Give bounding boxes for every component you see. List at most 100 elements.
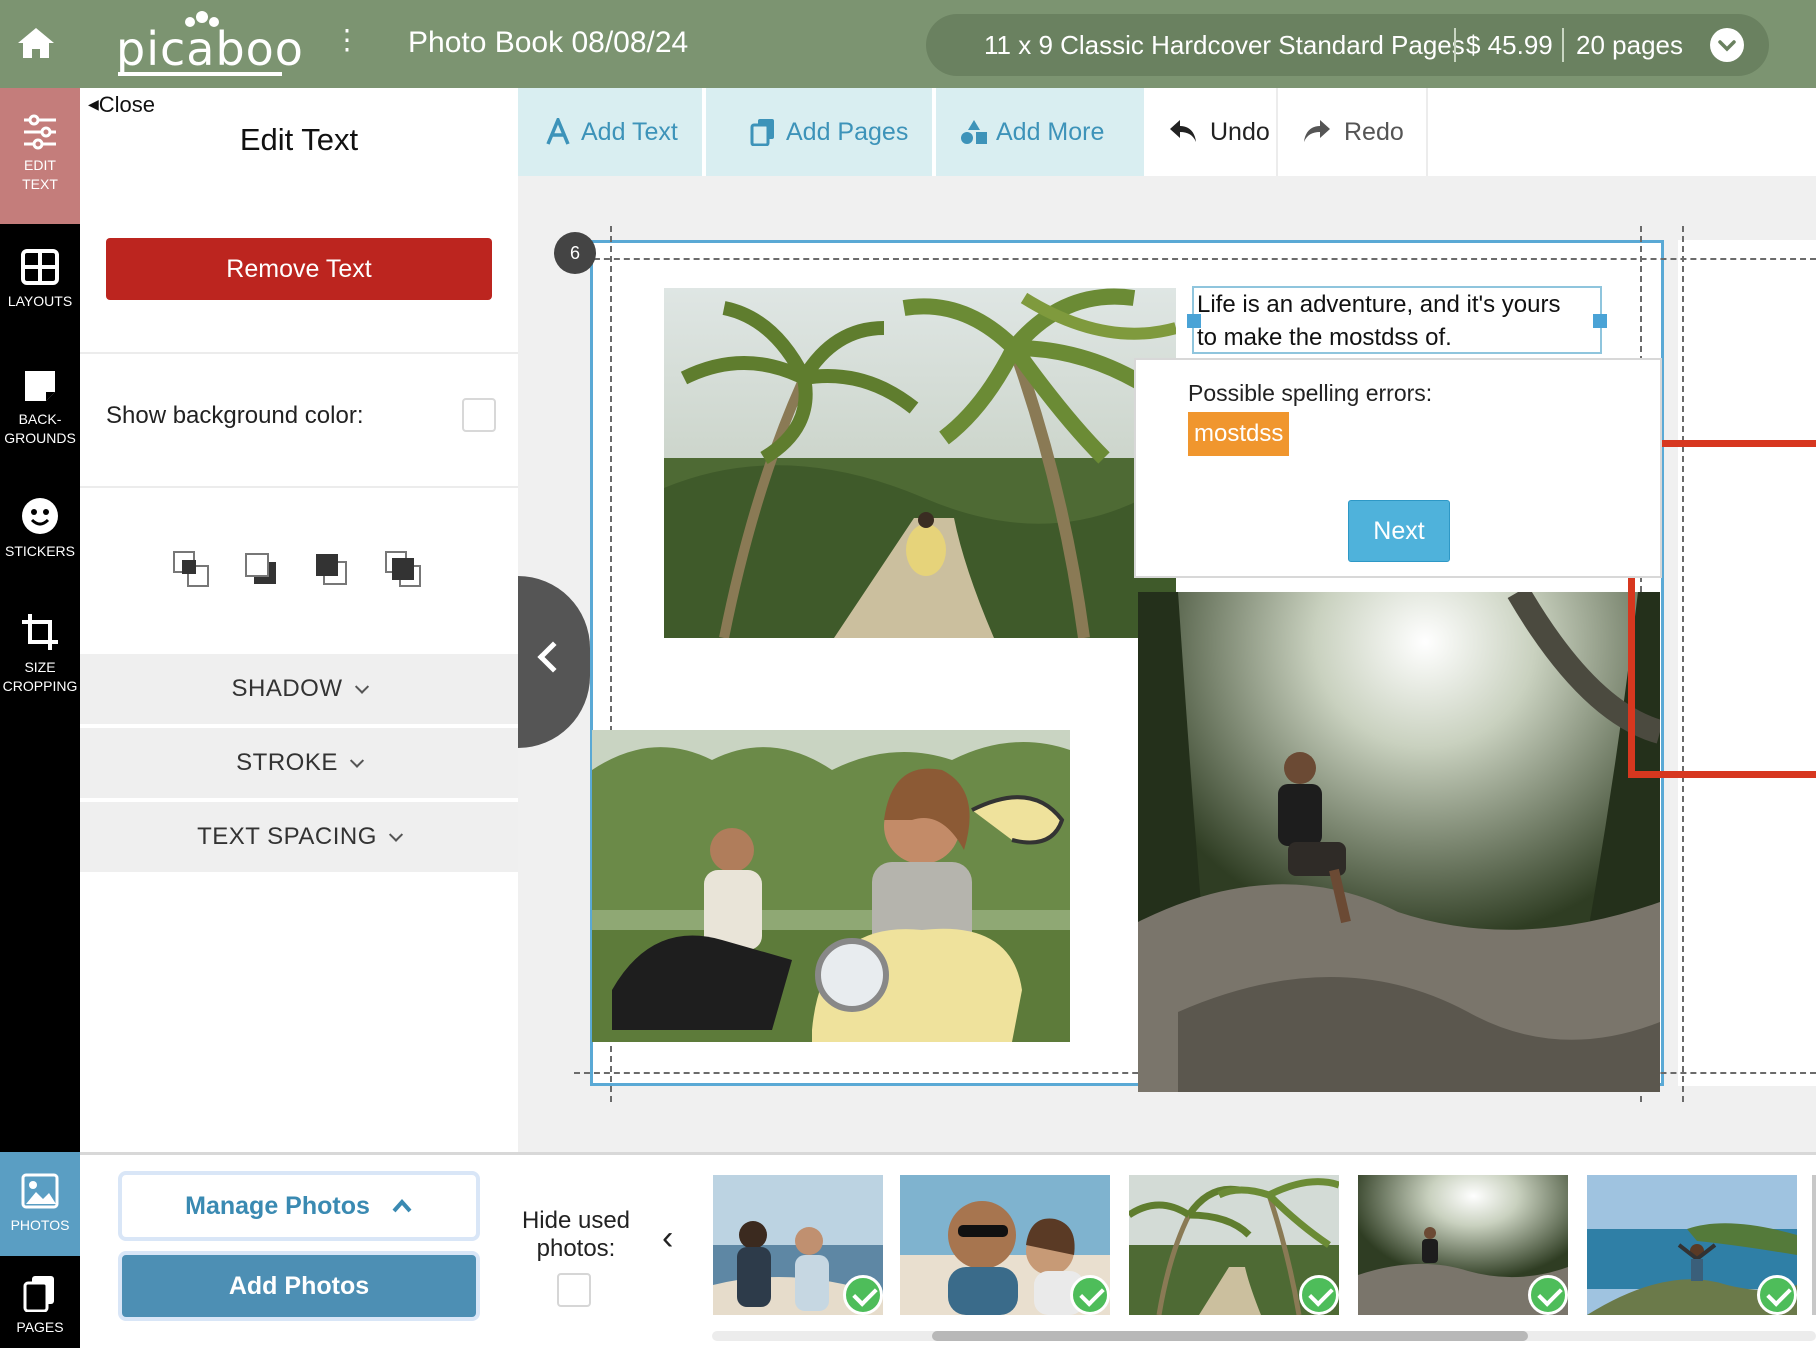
- book-title[interactable]: Photo Book 08/08/24: [408, 26, 688, 60]
- palm-road-thumb[interactable]: [1129, 1175, 1339, 1315]
- text-a-icon: [546, 118, 570, 145]
- coast-hike-thumb[interactable]: [1587, 1175, 1797, 1315]
- chevron-down-icon[interactable]: [1710, 28, 1744, 62]
- redo-button[interactable]: Redo: [1278, 88, 1428, 176]
- home-icon[interactable]: [14, 22, 58, 66]
- previous-page-tab[interactable]: [518, 576, 590, 748]
- more-options-icon[interactable]: ⋮: [333, 26, 361, 54]
- selfie-couple-thumb[interactable]: [900, 1175, 1110, 1315]
- send-backward-icon[interactable]: [240, 548, 282, 590]
- undo-button[interactable]: Undo: [1144, 88, 1278, 176]
- picaboo-logo[interactable]: picaboo: [116, 10, 303, 80]
- page-number-badge: 6: [554, 232, 596, 274]
- used-check-icon: [843, 1275, 883, 1315]
- photo-icon: [21, 1173, 59, 1209]
- undo-label: Undo: [1210, 118, 1270, 146]
- accordion-text-spacing[interactable]: TEXT SPACING: [80, 802, 518, 872]
- nav-label: SIZE: [24, 659, 56, 675]
- show-background-checkbox[interactable]: [462, 398, 496, 432]
- redo-icon: [1304, 120, 1330, 142]
- send-to-back-icon[interactable]: [382, 548, 424, 590]
- photo-caption-textbox[interactable]: Life is an adventure, and it's yours to …: [1187, 286, 1607, 354]
- resize-handle[interactable]: [1187, 314, 1201, 328]
- smiley-icon: [22, 498, 58, 534]
- nav-label: LAYOUTS: [7, 293, 73, 309]
- nav-photos[interactable]: PHOTOS: [0, 1152, 80, 1256]
- bleed-guide: [574, 258, 1816, 260]
- add-text-button[interactable]: Add Text: [518, 88, 702, 176]
- product-name: 11 x 9 Classic Hardcover Standard Pages: [984, 30, 1465, 60]
- used-check-icon: [1299, 1275, 1339, 1315]
- hide-used-checkbox[interactable]: [557, 1273, 591, 1307]
- beach-couple-thumb[interactable]: [713, 1175, 883, 1315]
- bring-to-front-icon[interactable]: [170, 548, 212, 590]
- nav-label: TEXT: [22, 176, 58, 192]
- layout-grid-icon: [21, 249, 59, 285]
- nav-pages[interactable]: PAGES: [0, 1274, 80, 1337]
- nav-label: BACK-: [18, 411, 62, 427]
- manage-photos-label: Manage Photos: [185, 1192, 370, 1220]
- add-photos-button[interactable]: Add Photos: [118, 1251, 480, 1321]
- separator: [1454, 28, 1456, 62]
- chevron-left-icon[interactable]: ‹: [662, 1221, 684, 1255]
- chevron-down-icon: [388, 827, 403, 842]
- nav-edit-text[interactable]: EDIT TEXT: [0, 88, 80, 224]
- spelling-label: Possible spelling errors:: [1188, 380, 1433, 406]
- product-price: $ 45.99: [1466, 30, 1553, 60]
- close-label: Close: [98, 92, 156, 117]
- palm-trees-scooter-photo[interactable]: [664, 288, 1176, 638]
- chevron-left-icon: [537, 641, 569, 673]
- editor-canvas: 6: [518, 176, 1816, 1152]
- nav-layouts[interactable]: LAYOUTS: [0, 248, 80, 311]
- editor-toolbar: Add Text Add Pages Add More Undo Redo: [518, 88, 1816, 176]
- pages-icon: [23, 1276, 54, 1312]
- nav-size-cropping[interactable]: SIZE CROPPING: [0, 612, 80, 696]
- sliders-icon: [24, 114, 56, 150]
- page-count: 20 pages: [1576, 30, 1683, 60]
- close-link[interactable]: ◀Close: [88, 92, 155, 118]
- remove-text-button[interactable]: Remove Text: [106, 238, 492, 300]
- accordion-label: TEXT SPACING: [197, 823, 377, 850]
- chevron-up-icon: [392, 1198, 412, 1213]
- tray-scrollbar-thumb[interactable]: [932, 1331, 1528, 1341]
- nav-label: PHOTOS: [10, 1217, 70, 1233]
- next-button[interactable]: Next: [1348, 500, 1450, 562]
- bring-forward-icon[interactable]: [310, 548, 352, 590]
- chevron-down-icon: [349, 753, 364, 768]
- top-bar: picaboo ⋮ Photo Book 08/08/24 11 x 9 Cla…: [0, 0, 1816, 88]
- redo-label: Redo: [1344, 118, 1404, 146]
- logo-text: picaboo: [116, 22, 304, 76]
- misspelled-word[interactable]: mostdss: [1188, 412, 1290, 456]
- nav-label: STICKERS: [4, 543, 75, 559]
- add-pages-button[interactable]: Add Pages: [704, 88, 932, 176]
- nav-backgrounds[interactable]: BACK- GROUNDS: [0, 366, 80, 448]
- used-check-icon: [1528, 1275, 1568, 1315]
- resize-handle[interactable]: [1593, 314, 1607, 328]
- add-pages-label: Add Pages: [786, 118, 909, 146]
- hide-used-line: photos:: [536, 1235, 616, 1262]
- show-background-label: Show background color:: [106, 402, 364, 429]
- nav-label: GROUNDS: [4, 430, 76, 446]
- edit-text-panel: ◀Close Edit Text Remove Text Show backgr…: [80, 88, 518, 1152]
- undo-icon: [1170, 120, 1196, 142]
- logo-underline: [118, 72, 282, 76]
- divider: [80, 352, 518, 354]
- manage-photos-button[interactable]: Manage Photos: [118, 1171, 480, 1241]
- used-check-icon: [1757, 1275, 1797, 1315]
- photo-tray: Manage Photos Add Photos Hide used photo…: [80, 1152, 1816, 1348]
- left-nav: EDIT TEXT LAYOUTS BACK- GROUNDS STICKERS…: [0, 88, 80, 1348]
- accordion-label: SHADOW: [231, 675, 343, 702]
- divider: [80, 486, 518, 488]
- couple-on-scooters-photo[interactable]: [592, 730, 1070, 1042]
- man-on-rock-forest-photo[interactable]: [1138, 592, 1660, 1092]
- caption-line: to make the mostdss of.: [1197, 324, 1452, 351]
- accordion-shadow[interactable]: SHADOW: [80, 654, 518, 724]
- forest-rock-thumb[interactable]: [1358, 1175, 1568, 1315]
- product-summary[interactable]: 11 x 9 Classic Hardcover Standard Pages …: [926, 14, 1769, 76]
- add-more-button[interactable]: Add More: [934, 88, 1144, 176]
- accordion-stroke[interactable]: STROKE: [80, 728, 518, 798]
- panel-title: Edit Text: [239, 122, 359, 157]
- nav-stickers[interactable]: STICKERS: [0, 496, 80, 561]
- background-icon: [25, 371, 55, 401]
- pages-icon: [750, 119, 774, 146]
